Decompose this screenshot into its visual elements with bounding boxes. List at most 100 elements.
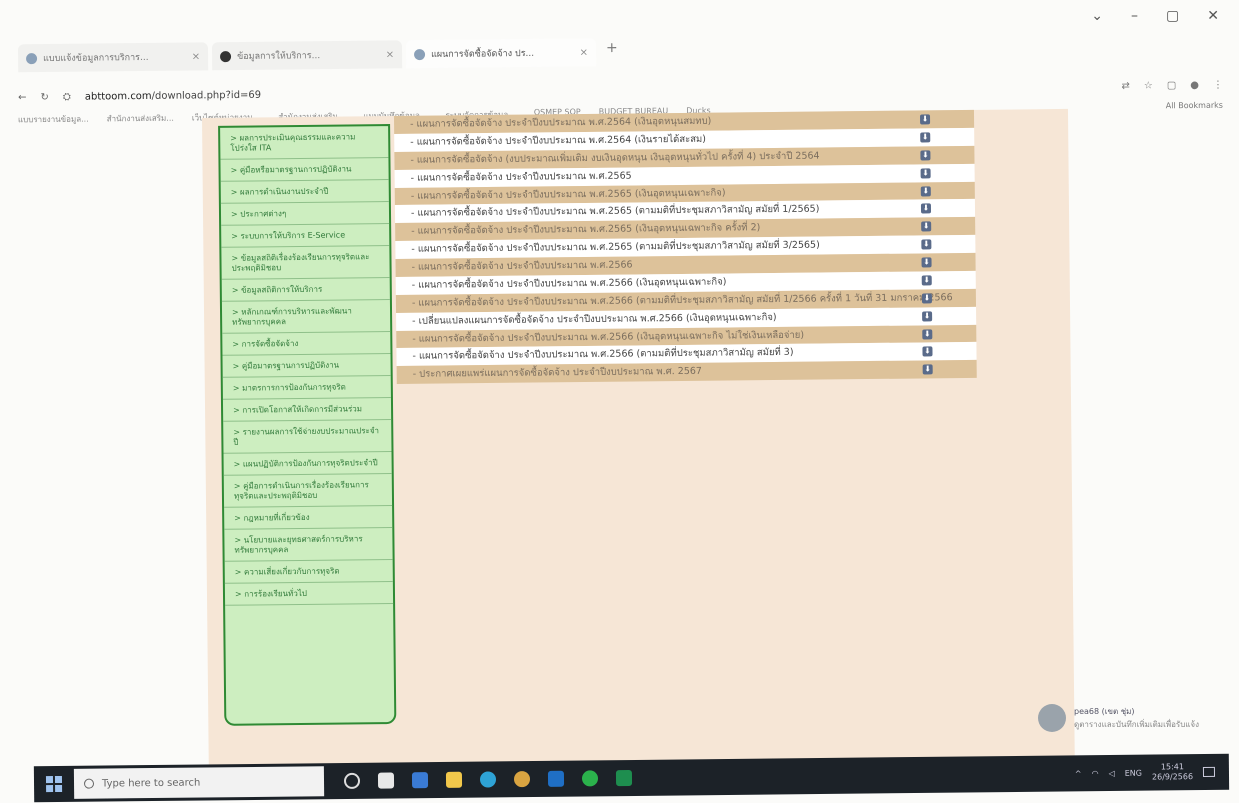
taskbar-search[interactable]: Type here to search <box>73 766 325 799</box>
file-explorer-icon[interactable] <box>445 771 463 788</box>
sidebar-item[interactable]: > การร้องเรียนทั่วไป <box>224 582 394 606</box>
search-placeholder: Type here to search <box>101 777 201 790</box>
download-icon[interactable]: ⬇ <box>920 132 931 143</box>
download-icon[interactable]: ⬇ <box>921 293 932 304</box>
download-icon[interactable]: ⬇ <box>920 114 931 125</box>
page-content: > ผลการประเมินคุณธรรมและความโปร่งใส ITA >… <box>202 108 1075 778</box>
tab-close-icon[interactable]: × <box>386 49 395 60</box>
clock-date: 26/9/2566 <box>1151 772 1194 782</box>
tab-bar: แบบแจ้งข้อมูลการบริการ... × ข้อมูลการให้บ… <box>17 24 1223 73</box>
download-icon[interactable]: ⬇ <box>920 186 931 197</box>
browser-tab-0[interactable]: แบบแจ้งข้อมูลการบริการ... × <box>17 42 209 73</box>
sidebar-item[interactable]: > ข้อมูลสถิติการให้บริการ <box>221 278 390 302</box>
address-actions: ⇄ ☆ ▢ ● ⋮ <box>1121 79 1223 91</box>
download-icon[interactable]: ⬇ <box>921 221 932 232</box>
clock-time: 15:41 <box>1160 762 1184 772</box>
tab-label: แผนการจัดซื้อจัดจ้าง ปร... <box>431 48 535 60</box>
sidebar-item[interactable]: > แผนปฏิบัติการป้องกันการทุจริตประจำปี <box>223 452 392 476</box>
windows-logo-icon <box>45 775 63 793</box>
sidebar-item[interactable]: > คู่มือมาตรฐานการปฏิบัติงาน <box>222 354 391 378</box>
start-button[interactable] <box>34 766 74 802</box>
download-icon[interactable]: ⬇ <box>921 275 932 286</box>
tab-close-icon[interactable]: × <box>192 51 201 62</box>
site-info-icon[interactable]: ⛭ <box>63 91 71 102</box>
download-list: - แผนการจัดซื้อจัดจ้าง ประจำปีงบประมาณ พ… <box>393 109 977 385</box>
sidebar-item[interactable]: > ความเสี่ยงเกี่ยวกับการทุจริต <box>224 560 393 584</box>
minimize-button[interactable]: – <box>1131 8 1138 24</box>
tab-label: แบบแจ้งข้อมูลการบริการ... <box>43 52 149 65</box>
bookmark-item[interactable]: สำนักงานส่งเสริม... <box>107 112 174 133</box>
language-indicator[interactable]: ENG <box>1125 768 1142 777</box>
sidebar-item[interactable]: > นโยบายและยุทธศาสตร์การบริหารทรัพยากรบุ… <box>224 528 393 562</box>
new-tab-button[interactable]: + <box>600 40 624 56</box>
all-bookmarks-button[interactable]: All Bookmarks <box>1166 101 1223 122</box>
download-icon[interactable]: ⬇ <box>920 203 932 214</box>
avatar <box>1038 704 1066 732</box>
tab-search-icon[interactable]: ⌄ <box>1091 8 1103 24</box>
sidebar-item[interactable]: > มาตรการการป้องกันการทุจริต <box>222 376 391 400</box>
tab-close-icon[interactable]: × <box>580 47 589 58</box>
sidebar-item[interactable]: > ระบบการให้บริการ E-Service <box>221 224 390 248</box>
outlook-icon[interactable] <box>547 770 565 787</box>
browser-tab-2[interactable]: แผนการจัดซื้อจัดจ้าง ปร... × <box>405 38 597 69</box>
download-icon[interactable]: ⬇ <box>922 346 933 357</box>
bookmark-item[interactable]: แบบรายงานข้อมูล... <box>18 113 89 134</box>
notification-toast[interactable]: pea68 (เขต ชุ่ม) ดูตารางและบันทึกเพิ่มเต… <box>1038 694 1218 742</box>
notification-title: pea68 (เขต ชุ่ม) <box>1074 707 1135 716</box>
download-icon[interactable]: ⬇ <box>922 311 933 322</box>
notification-center-icon[interactable] <box>1202 766 1216 778</box>
taskbar-apps <box>343 769 633 790</box>
volume-icon[interactable]: ◁ <box>1108 768 1114 777</box>
back-icon[interactable]: ← <box>18 92 27 103</box>
download-icon[interactable]: ⬇ <box>921 257 932 268</box>
sidebar-item[interactable]: > ผลการประเมินคุณธรรมและความโปร่งใส ITA <box>220 126 389 160</box>
tray-chevron-icon[interactable]: ^ <box>1075 769 1082 778</box>
sidebar-item[interactable]: > ผลการดำเนินงานประจำปี <box>220 180 389 204</box>
edge-icon[interactable] <box>479 771 497 788</box>
system-tray: ^ ◠ ◁ ENG 15:41 26/9/2566 <box>1075 762 1229 783</box>
sidebar-item[interactable]: > หลักเกณฑ์การบริหารและพัฒนาทรัพยากรบุคค… <box>221 300 391 334</box>
task-view-icon[interactable] <box>343 772 361 790</box>
url-field[interactable]: abttoom.com/download.php?id=69 <box>85 89 261 102</box>
browser-tab-1[interactable]: ข้อมูลการให้บริการ... × <box>211 40 403 71</box>
sidebar-item[interactable]: > กฎหมายที่เกี่ยวข้อง <box>224 506 393 530</box>
search-icon <box>83 778 95 789</box>
calendar-app-icon[interactable] <box>377 772 395 789</box>
download-icon[interactable]: ⬇ <box>922 364 933 375</box>
download-link[interactable]: - ประกาศเผยแพร่แผนการจัดซื้อจัดจ้าง ประจ… <box>413 363 969 381</box>
sidebar-item[interactable]: > การจัดซื้อจัดจ้าง <box>222 332 391 356</box>
profile-icon[interactable]: ● <box>1190 79 1199 90</box>
close-window-button[interactable]: ✕ <box>1207 8 1219 24</box>
side-panel-icon[interactable]: ▢ <box>1167 80 1177 91</box>
sidebar-item[interactable]: > ข้อมูลสถิติเรื่องร้องเรียนการทุจริตและ… <box>221 246 390 280</box>
url-path: /download.php?id=69 <box>151 89 262 102</box>
sidebar-item[interactable]: > ประกาศต่างๆ <box>220 202 390 226</box>
clock[interactable]: 15:41 26/9/2566 <box>1152 763 1193 783</box>
tab-label: ข้อมูลการให้บริการ... <box>237 51 321 63</box>
download-icon[interactable]: ⬇ <box>920 168 931 179</box>
mail-app-icon[interactable] <box>411 772 429 789</box>
tab-favicon-icon <box>26 52 38 64</box>
bookmark-star-icon[interactable]: ☆ <box>1144 80 1153 91</box>
download-icon[interactable]: ⬇ <box>922 329 933 340</box>
translate-icon[interactable]: ⇄ <box>1121 80 1130 91</box>
maximize-button[interactable]: ▢ <box>1166 8 1179 24</box>
sidebar-item[interactable]: > คู่มือการดำเนินการเรื่องร้องเรียนการทุ… <box>223 474 393 508</box>
network-icon[interactable]: ◠ <box>1092 769 1099 778</box>
tab-favicon-icon <box>220 50 232 62</box>
notification-body: ดูตารางและบันทึกเพิ่มเติมเพื่อรับแจ้ง <box>1074 720 1200 729</box>
download-icon[interactable]: ⬇ <box>921 239 932 250</box>
window-controls: ⌄ – ▢ ✕ <box>1091 8 1219 24</box>
url-domain: abttoom.com <box>84 90 152 103</box>
sidebar-item[interactable]: > คู่มือหรือมาตรฐานการปฏิบัติงาน <box>220 158 389 182</box>
chrome-icon[interactable] <box>513 771 531 788</box>
download-icon[interactable]: ⬇ <box>920 150 931 161</box>
line-app-icon[interactable] <box>581 770 599 787</box>
sidebar-item[interactable]: > การเปิดโอกาสให้เกิดการมีส่วนร่วม <box>222 398 392 422</box>
excel-icon[interactable] <box>615 769 633 787</box>
menu-icon[interactable]: ⋮ <box>1213 79 1223 90</box>
reload-icon[interactable]: ↻ <box>40 91 49 102</box>
sidebar-item[interactable]: > รายงานผลการใช้จ่ายงบประมาณประจำปี <box>223 420 392 454</box>
tab-favicon-icon <box>413 48 426 60</box>
sidebar-menu: > ผลการประเมินคุณธรรมและความโปร่งใส ITA >… <box>218 124 397 726</box>
